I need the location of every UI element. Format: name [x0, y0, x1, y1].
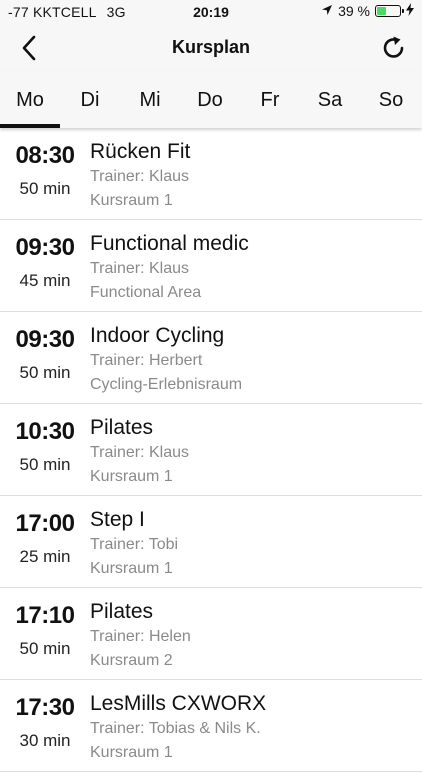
- course-time: 08:30: [15, 142, 75, 169]
- course-room: Functional Area: [90, 284, 202, 301]
- course-room: Kursraum 1: [90, 744, 173, 761]
- course-time: 09:30: [15, 326, 75, 353]
- nav-bar: Kursplan: [0, 24, 422, 72]
- refresh-button[interactable]: [378, 32, 410, 64]
- course-room: Kursraum 1: [90, 192, 173, 209]
- course-trainer: Trainer: Tobi: [90, 536, 179, 553]
- course-row[interactable]: 08:30 50 min Rücken Fit Trainer: Klaus Kursr…: [0, 128, 422, 220]
- course-trainer: Trainer: Herbert: [90, 352, 203, 369]
- course-time: 17:30: [15, 694, 75, 721]
- course-name: Functional medic: [90, 232, 249, 255]
- course-row[interactable]: 17:00 25 min Step I Trainer: Tobi Kursraum 1: [0, 496, 422, 588]
- tab-di[interactable]: Di: [60, 72, 120, 128]
- course-trainer: Trainer: Klaus: [90, 444, 189, 461]
- course-row[interactable]: 17:10 50 min Pilates Trainer: Helen Kursraum…: [0, 588, 422, 680]
- course-room: Kursraum 1: [90, 468, 173, 485]
- course-duration: 45 min: [19, 271, 71, 290]
- course-name: Step I: [90, 508, 145, 531]
- battery-level: [377, 7, 386, 15]
- course-duration: 50 min: [19, 639, 71, 658]
- tab-do[interactable]: Do: [180, 72, 240, 128]
- course-time: 17:10: [15, 602, 75, 629]
- course-row[interactable]: 17:30 30 min LesMills CXWORX Trainer: Tobia…: [0, 680, 422, 772]
- course-duration: 50 min: [19, 179, 71, 198]
- course-duration: 25 min: [19, 547, 71, 566]
- course-trainer: Trainer: Tobias & Nils K.: [90, 720, 261, 737]
- tab-mo[interactable]: Mo: [0, 72, 60, 128]
- status-right: 39 %: [321, 3, 414, 19]
- charging-bolt-icon: [406, 3, 414, 19]
- tab-so[interactable]: So: [360, 72, 422, 128]
- course-name: Rücken Fit: [90, 140, 191, 163]
- course-duration: 30 min: [19, 731, 71, 750]
- tab-sa[interactable]: Sa: [300, 72, 360, 128]
- course-name: LesMills CXWORX: [90, 692, 267, 715]
- course-name: Indoor Cycling: [90, 324, 225, 347]
- course-duration: 50 min: [19, 363, 71, 382]
- course-time: 09:30: [15, 234, 75, 261]
- course-room: Kursraum 2: [90, 652, 173, 669]
- course-list: 08:30 50 min Rücken Fit Trainer: Klaus Kursr…: [0, 128, 422, 772]
- battery-percent: 39 %: [338, 3, 370, 19]
- tab-fr[interactable]: Fr: [240, 72, 300, 128]
- course-row[interactable]: 10:30 50 min Pilates Trainer: Klaus Kursraum…: [0, 404, 422, 496]
- course-trainer: Trainer: Klaus: [90, 168, 189, 185]
- tab-mi[interactable]: Mi: [120, 72, 180, 128]
- course-duration: 50 min: [19, 455, 71, 474]
- course-trainer: Trainer: Klaus: [90, 260, 189, 277]
- refresh-icon: [383, 36, 404, 58]
- course-room: Cycling-Erlebnisraum: [90, 376, 243, 393]
- course-name: Pilates: [90, 416, 154, 439]
- course-row[interactable]: 09:30 50 min Indoor Cycling Trainer: Herber…: [0, 312, 422, 404]
- location-arrow-icon: [321, 3, 333, 19]
- course-room: Kursraum 1: [90, 560, 173, 577]
- battery-icon: [375, 5, 404, 17]
- course-row[interactable]: 09:30 45 min Functional medic Trainer: Klau…: [0, 220, 422, 312]
- course-name: Pilates: [90, 600, 154, 623]
- day-tabs: Mo Di Mi Do Fr Sa So: [0, 72, 422, 128]
- course-time: 17:00: [15, 510, 75, 537]
- status-bar: -77 KKTCELL 3G 20:19 39 %: [0, 0, 422, 24]
- course-time: 10:30: [15, 418, 75, 445]
- course-trainer: Trainer: Helen: [90, 628, 191, 645]
- page-title: Kursplan: [171, 37, 250, 57]
